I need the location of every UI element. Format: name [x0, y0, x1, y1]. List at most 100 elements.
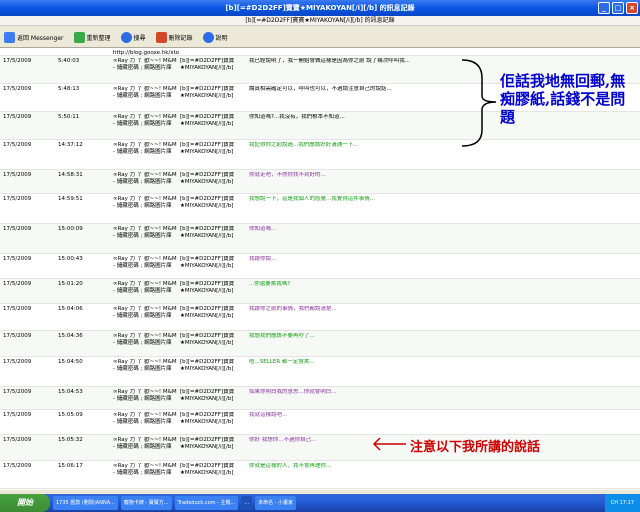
- log-cell-date: 17/5/2009: [3, 142, 32, 148]
- log-cell-user: ∞Ray 力 丫 歡~~! M&M - 儲藏密碼 ; 網路圖片庫: [113, 359, 177, 372]
- delete-icon: [155, 32, 167, 43]
- log-cell-time: 14:58:31: [58, 172, 83, 178]
- log-cell-msg: 我想說一下，這是我個人的感覺...我覺得這件事情...: [249, 196, 375, 202]
- log-cell-msg: 我就這樣說吧...: [249, 412, 288, 418]
- annotation-note-2: 注意以下我所講的說話: [410, 440, 541, 455]
- log-row: 17/5/2009 15:04:53 ∞Ray 力 丫 歡~~! M&M - 儲藏密…: [0, 387, 640, 410]
- log-row: 17/5/2009 15:04:36 ∞Ray 力 丫 歡~~! M&M - 儲藏密…: [0, 331, 640, 357]
- log-cell-date: 17/5/2009: [3, 58, 32, 64]
- log-cell-time: 15:00:09: [58, 226, 83, 232]
- log-cell-time: 15:00:43: [58, 256, 83, 262]
- log-cell-to: [b][=#D2D2FF]寶寶★MIYAKOYAN[/i][/b]: [180, 226, 235, 239]
- log-cell-msg: 我已經說明了，我一開始會做這樣是因為你之前 說了幾次呼叫我...: [249, 58, 410, 64]
- log-cell-time: 15:05:32: [58, 437, 83, 443]
- arrow-annotation: [372, 437, 406, 451]
- log-cell-msg: 我想我們應該不要再吵了...: [249, 333, 315, 339]
- log-row: 17/5/2009 14:58:31 ∞Ray 力 丫 歡~~! M&M - 儲藏密…: [0, 170, 640, 194]
- log-cell-date: 17/5/2009: [3, 359, 32, 365]
- log-cell-to: [b][=#D2D2FF]寶寶★MIYAKOYAN[/i][/b]: [180, 412, 235, 425]
- refresh-icon: [73, 32, 85, 43]
- log-row: 17/5/2009 14:37:12 ∞Ray 力 丫 歡~~! M&M - 儲藏密…: [0, 140, 640, 170]
- log-cell-user: ∞Ray 力 丫 歡~~! M&M - 儲藏密碼 ; 網路圖片庫: [113, 389, 177, 402]
- log-cell-date: 17/5/2009: [3, 86, 32, 92]
- log-cell-time: 14:37:12: [58, 142, 83, 148]
- log-cell-msg: 如果你明白我的意思...你就會明白...: [249, 389, 337, 395]
- log-cell-msg: 我跟你說...: [249, 256, 277, 262]
- log-cell-user: ∞Ray 力 丫 歡~~! M&M - 儲藏密碼 ; 網路圖片庫: [113, 86, 177, 99]
- maximize-button[interactable]: □: [612, 2, 624, 14]
- search-label: 搜尋: [133, 35, 146, 42]
- log-cell-to: [b][=#D2D2FF]寶寶★MIYAKOYAN[/i][/b]: [180, 359, 235, 372]
- log-cell-date: 17/5/2009: [3, 172, 32, 178]
- taskbar-item[interactable]: ...: [241, 496, 253, 510]
- system-tray: CH 17:17: [604, 494, 640, 512]
- log-cell-msg: 唔...SELLER 都一定會罵...: [249, 359, 315, 365]
- log-cell-msg: 你就是這樣的人，我不會再理你...: [249, 463, 332, 469]
- delete-label: 刪除記錄: [168, 35, 193, 42]
- help-icon: [202, 32, 214, 43]
- search-button[interactable]: 搜尋: [120, 32, 146, 43]
- window-title: [b][=#D2D2FF]寶寶★MIYAKOYAN[/i][/b] 的訊息記錄: [225, 4, 415, 12]
- log-row: 17/5/2009 15:06:17 ∞Ray 力 丫 歡~~! M&M - 儲藏密…: [0, 461, 640, 489]
- log-cell-to: [b][=#D2D2FF]寶寶★MIYAKOYAN[/i][/b]: [180, 142, 235, 155]
- back-icon: [4, 32, 15, 43]
- log-cell-date: 17/5/2009: [3, 437, 32, 443]
- back-to-messenger-button[interactable]: 返回 Messenger: [4, 32, 64, 43]
- minimize-button[interactable]: _: [598, 2, 610, 14]
- log-cell-user: ∞Ray 力 丫 歡~~! M&M - 儲藏密碼 ; 網路圖片庫: [113, 412, 177, 425]
- refresh-label: 重新整理: [86, 35, 111, 42]
- taskbar-item[interactable]: 寵物卡牌 - 寶寶方...: [120, 496, 172, 510]
- log-cell-user: ∞Ray 力 丫 歡~~! M&M - 儲藏密碼 ; 網路圖片庫: [113, 58, 177, 71]
- taskbar-item[interactable]: Tradeduck.com - 主機...: [174, 496, 239, 510]
- log-cell-to: [b][=#D2D2FF]寶寶★MIYAKOYAN[/i][/b]: [180, 437, 235, 450]
- log-cell-date: 17/5/2009: [3, 226, 32, 232]
- log-cell-msg: 論真相需確定可以，呼叫也可以，不過請注意自己的說話...: [249, 86, 392, 92]
- log-cell-time: 5:48:13: [58, 86, 80, 92]
- log-cell-user: ∞Ray 力 丫 歡~~! M&M - 儲藏密碼 ; 網路圖片庫: [113, 172, 177, 185]
- log-cell-date: 17/5/2009: [3, 114, 32, 120]
- log-cell-to: [b][=#D2D2FF]寶寶★MIYAKOYAN[/i][/b]: [180, 281, 235, 294]
- search-icon: [120, 32, 132, 43]
- taskbar-item[interactable]: 未命名 - 小畫家: [255, 496, 297, 510]
- start-button[interactable]: 開始: [0, 494, 50, 512]
- help-button[interactable]: 說明: [202, 32, 228, 43]
- help-label: 說明: [215, 35, 228, 42]
- log-cell-to: [b][=#D2D2FF]寶寶★MIYAKOYAN[/i][/b]: [180, 389, 235, 402]
- log-row: 17/5/2009 15:01:20 ∞Ray 力 丫 歡~~! M&M - 儲藏密…: [0, 279, 640, 304]
- log-row: http://blog.gooxe.hk/xto: [0, 48, 640, 56]
- log-cell-time: 14:59:51: [58, 196, 83, 202]
- delete-log-button[interactable]: 刪除記錄: [155, 32, 193, 43]
- back-label: 返回 Messenger: [17, 35, 64, 42]
- log-cell-time: 15:04:53: [58, 389, 83, 395]
- log-row: 17/5/2009 15:00:43 ∞Ray 力 丫 歡~~! M&M - 儲藏密…: [0, 254, 640, 279]
- log-cell-date: 17/5/2009: [3, 306, 32, 312]
- log-cell-time: 15:06:17: [58, 463, 83, 469]
- log-cell-user: ∞Ray 力 丫 歡~~! M&M - 儲藏密碼 ; 網路圖片庫: [113, 142, 177, 155]
- log-cell-date: 17/5/2009: [3, 196, 32, 202]
- log-row: 17/5/2009 15:04:06 ∞Ray 力 丫 歡~~! M&M - 儲藏密…: [0, 304, 640, 331]
- log-cell-time: 15:04:36: [58, 333, 83, 339]
- log-cell-user: ∞Ray 力 丫 歡~~! M&M - 儲藏密碼 ; 網路圖片庫: [113, 226, 177, 239]
- log-cell-msg: 你知道嗎...: [249, 226, 277, 232]
- log-cell-to: [b][=#D2D2FF]寶寶★MIYAKOYAN[/i][/b]: [180, 256, 235, 269]
- title-bar: [b][=#D2D2FF]寶寶★MIYAKOYAN[/i][/b] 的訊息記錄 …: [0, 0, 640, 16]
- refresh-button[interactable]: 重新整理: [73, 32, 111, 43]
- log-cell-to: [b][=#D2D2FF]寶寶★MIYAKOYAN[/i][/b]: [180, 172, 235, 185]
- bracket-annotation: [461, 59, 497, 147]
- log-cell-date: 17/5/2009: [3, 463, 32, 469]
- log-cell-to: [b][=#D2D2FF]寶寶★MIYAKOYAN[/i][/b]: [180, 114, 235, 127]
- log-cell-msg: 你知道嗎?...我沒有，我們根本不知道...: [249, 114, 345, 120]
- log-cell-to: [b][=#D2D2FF]寶寶★MIYAKOYAN[/i][/b]: [180, 333, 235, 346]
- log-row: 17/5/2009 15:05:09 ∞Ray 力 丫 歡~~! M&M - 儲藏密…: [0, 410, 640, 435]
- log-cell-msg: ...你還要罵我嗎?: [249, 281, 291, 287]
- log-row: 17/5/2009 14:59:51 ∞Ray 力 丫 歡~~! M&M - 儲藏密…: [0, 194, 640, 224]
- log-cell-date: 17/5/2009: [3, 281, 32, 287]
- log-cell-time: 5:50:11: [58, 114, 80, 120]
- log-cell-date: 17/5/2009: [3, 256, 32, 262]
- log-cell-user: ∞Ray 力 丫 歡~~! M&M - 儲藏密碼 ; 網路圖片庫: [113, 333, 177, 346]
- log-cell-msg: 我跟你之前的事情，我們都說清楚...: [249, 306, 337, 312]
- log-cell-to: [b][=#D2D2FF]寶寶★MIYAKOYAN[/i][/b]: [180, 306, 235, 319]
- taskbar-item[interactable]: 1735 匯款 (刪除)ANNA...: [53, 496, 118, 510]
- close-button[interactable]: ×: [626, 2, 638, 14]
- log-cell-to: [b][=#D2D2FF]寶寶★MIYAKOYAN[/i][/b]: [180, 196, 235, 209]
